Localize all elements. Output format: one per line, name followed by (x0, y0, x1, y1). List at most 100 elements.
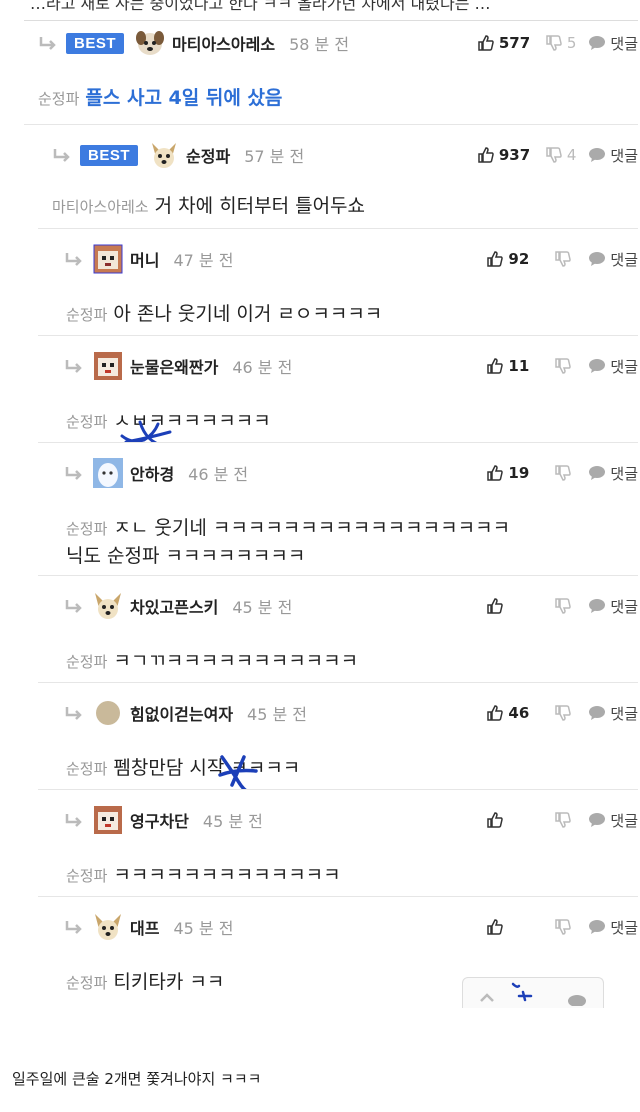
comment-body: 순정파 펨창만담 시작 ㅋㅋㅋㅋ (66, 753, 300, 780)
speech-bubble-icon (589, 813, 606, 827)
caption-text: 일주일에 큰술 2개면 쫓겨나야지 ㅋㅋㅋ (12, 1070, 262, 1088)
best-badge: BEST (80, 144, 139, 166)
reply-button[interactable]: 댓글 (588, 703, 638, 724)
comment-author[interactable]: 순정파 (186, 143, 230, 167)
comment-item: BEST 순정파 57 분 전 937 4 댓글 마티아스아레소 거 차에 히터부… (24, 124, 638, 228)
thumbs-up-icon[interactable] (477, 146, 495, 164)
thumbs-up-icon[interactable] (486, 597, 504, 615)
comment-time: 57 분 전 (244, 147, 305, 166)
comment-author[interactable]: 눈물은왜짠가 (130, 354, 218, 378)
reply-button[interactable]: 댓글 (588, 145, 638, 166)
mention-name[interactable]: 순정파 (66, 867, 107, 885)
speech-bubble-icon (589, 706, 606, 720)
dog-avatar-icon (95, 914, 121, 940)
dislike-count: 4 (566, 146, 577, 164)
comment-time: 46 분 전 (188, 465, 249, 484)
thumbs-up-icon[interactable] (477, 34, 495, 52)
mention-name[interactable]: 순정파 (38, 90, 79, 108)
comment-time: 46 분 전 (232, 358, 293, 377)
thumbs-down-icon[interactable] (554, 597, 572, 615)
reply-arrow-icon (65, 921, 82, 934)
reply-label: 댓글 (610, 146, 638, 165)
comment-time: 58 분 전 (289, 35, 350, 54)
comment-text: 플스 사고 4일 뒤에 샀음 (85, 87, 283, 109)
like-count: 11 (508, 357, 530, 375)
comment-body: 순정파 ㅋㄱㄲㅋㅋㅋㅋㅋㅋㅋㅋㅋㅋㅋ (66, 646, 358, 673)
reply-button[interactable]: 댓글 (588, 33, 638, 54)
reply-arrow-icon (65, 707, 82, 720)
reply-arrow-icon (65, 600, 82, 613)
floating-action-bar[interactable] (462, 977, 604, 1008)
comment-body-line-2: 닉도 순정파 ㅋㅋㅋㅋㅋㅋㅋㅋ (66, 545, 306, 567)
reply-button[interactable]: 댓글 (588, 463, 638, 484)
comment-text: ㅋㄱㄲㅋㅋㅋㅋㅋㅋㅋㅋㅋㅋㅋ (113, 650, 359, 672)
like-count: 92 (508, 250, 530, 268)
comment-author[interactable]: 안하경 (130, 461, 174, 485)
thumbs-down-icon[interactable] (554, 918, 572, 936)
comment-item: 안하경 46 분 전 19 댓글 순정파 ㅈㄴ 웃기네 ㅋㅋㅋㅋㅋㅋㅋㅋㅋㅋㅋㅋㅋ… (38, 442, 638, 575)
comment-time: 45 분 전 (173, 919, 234, 938)
comment-text: ㅅㅂㅋㅋㅋㅋㅋㅋㅋ (113, 410, 271, 432)
pixel-avatar-icon (93, 244, 123, 274)
comment-body: 순정파 아 존나 웃기네 이거 ㄹㅇㅋㅋㅋㅋ (66, 299, 382, 326)
comment-item: 영구차단 45 분 전 댓글 순정파 ㅋㅋㅋㅋㅋㅋㅋㅋㅋㅋㅋㅋㅋ (38, 789, 638, 896)
speech-bubble-icon (589, 359, 606, 373)
comment-author[interactable]: 영구차단 (130, 808, 189, 832)
reply-label: 댓글 (610, 250, 638, 269)
comment-author[interactable]: 대프 (130, 915, 159, 939)
dislike-count: 5 (566, 34, 577, 52)
comment-text: 티키타카 ㅋㅋ (113, 971, 225, 993)
comment-item: 눈물은왜짠가 46 분 전 11 댓글 순정파 ㅅㅂㅋㅋㅋㅋㅋㅋㅋ (38, 335, 638, 448)
thumbs-up-icon[interactable] (486, 811, 504, 829)
thumbs-down-icon[interactable] (554, 811, 572, 829)
comment-author[interactable]: 차있고픈스키 (130, 594, 218, 618)
reply-button[interactable]: 댓글 (588, 596, 638, 617)
reply-arrow-icon (65, 253, 82, 266)
comment-text: 거 차에 히터부터 틀어두쇼 (154, 195, 366, 217)
thumbs-up-icon[interactable] (486, 357, 504, 375)
like-count: 937 (498, 146, 531, 164)
mention-name[interactable]: 순정파 (66, 760, 107, 778)
dog-avatar-icon (136, 31, 165, 55)
mention-name[interactable]: 순정파 (66, 413, 107, 431)
thumbs-down-icon[interactable] (545, 146, 563, 164)
thumbs-down-icon[interactable] (554, 250, 572, 268)
reply-button[interactable]: 댓글 (588, 917, 638, 938)
thumbs-down-icon[interactable] (545, 34, 563, 52)
chevron-up-icon[interactable] (479, 992, 495, 1002)
comment-body: 마티아스아레소 거 차에 히터부터 틀어두쇼 (52, 191, 365, 218)
comment-author[interactable]: 머니 (130, 247, 159, 271)
comment-thread: BEST 마티아스아레소 58 분 전 577 5 댓글 순정파 플스 사고 4일… (24, 20, 638, 1002)
like-count: 46 (508, 704, 530, 722)
comment-time: 45 분 전 (232, 598, 293, 617)
comment-time: 45 분 전 (202, 812, 263, 831)
comment-time: 47 분 전 (173, 251, 234, 270)
mention-name[interactable]: 순정파 (66, 520, 107, 538)
reply-button[interactable]: 댓글 (588, 356, 638, 377)
thumbs-up-icon[interactable] (486, 250, 504, 268)
comment-author[interactable]: 힘없이걷는여자 (130, 701, 233, 725)
thumbs-up-icon[interactable] (486, 918, 504, 936)
speech-bubble-icon (589, 148, 606, 162)
reply-button[interactable]: 댓글 (588, 810, 638, 831)
comment-author[interactable]: 마티아스아레소 (172, 31, 275, 55)
mention-name[interactable]: 순정파 (66, 306, 107, 324)
reply-arrow-icon (65, 814, 82, 827)
reply-button[interactable]: 댓글 (588, 249, 638, 270)
thumbs-up-icon[interactable] (486, 464, 504, 482)
speech-bubble-icon (589, 466, 606, 480)
comment-body: 순정파 ㅅㅂㅋㅋㅋㅋㅋㅋㅋ (66, 406, 271, 433)
thumbs-down-icon[interactable] (554, 704, 572, 722)
dog-avatar-icon (152, 143, 177, 168)
thumbs-down-icon[interactable] (554, 464, 572, 482)
comment-body: 순정파 ㅋㅋㅋㅋㅋㅋㅋㅋㅋㅋㅋㅋㅋ (66, 860, 341, 887)
mention-name[interactable]: 순정파 (66, 653, 107, 671)
reply-label: 댓글 (610, 597, 638, 616)
thumbs-up-icon[interactable] (486, 704, 504, 722)
speech-bubble-icon[interactable] (567, 992, 587, 1006)
speech-bubble-icon (589, 920, 606, 934)
mention-name[interactable]: 마티아스아레소 (52, 198, 149, 216)
thumbs-down-icon[interactable] (554, 357, 572, 375)
mention-name[interactable]: 순정파 (66, 974, 107, 992)
pen-scribble-mark (511, 982, 533, 1002)
